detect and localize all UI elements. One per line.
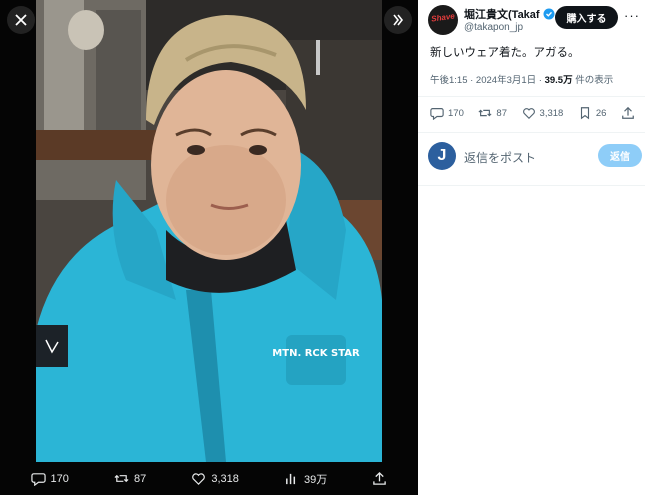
share-button[interactable]	[621, 106, 635, 120]
divider	[418, 132, 645, 133]
media-action-bar: 170 87 3,318 39万	[0, 462, 418, 495]
reply-button[interactable]: 170	[430, 106, 464, 120]
reply-submit-button[interactable]: 返信	[598, 144, 642, 167]
author-name-row: 堀江貴文(Takaf	[464, 6, 555, 22]
share-icon	[622, 106, 634, 119]
share-icon	[373, 471, 387, 485]
reply-input[interactable]: 返信をポスト	[464, 149, 536, 166]
repost-count: 87	[496, 107, 507, 119]
like-count: 3,318	[539, 107, 564, 119]
media-like-count: 3,318	[211, 472, 239, 485]
media-reply-count: 170	[50, 472, 69, 485]
author-avatar[interactable]: Shave	[428, 5, 458, 35]
media-repost-button[interactable]: 87	[114, 471, 146, 486]
heart-icon	[522, 108, 535, 120]
media-views-button[interactable]: 39万	[284, 471, 327, 487]
media-repost-count: 87	[134, 472, 147, 485]
reply-icon	[430, 108, 444, 120]
author-handle[interactable]: @takapon_jp	[464, 22, 523, 33]
media-share-button[interactable]	[372, 471, 387, 486]
repost-icon	[478, 109, 492, 117]
expand-button[interactable]	[384, 6, 412, 34]
expand-icon	[393, 14, 404, 26]
author-name[interactable]: 堀江貴文(Takaf	[464, 6, 540, 22]
reply-count: 170	[448, 107, 464, 119]
tweet-actions: 170 87 3,318 26	[430, 106, 635, 120]
verified-badge-icon	[543, 8, 555, 20]
media-reply-button[interactable]: 170	[30, 471, 69, 486]
close-button[interactable]	[7, 6, 35, 34]
repost-icon	[114, 474, 129, 483]
tweet-view-count: 39.5万	[544, 75, 573, 86]
jacket-logo: MTN. RCK STAR	[272, 348, 360, 359]
selfie-illustration: MTN. RCK STAR	[36, 0, 382, 462]
bookmark-count: 26	[595, 107, 607, 119]
bookmark-icon	[580, 107, 589, 120]
tweet-view-suffix: 件の表示	[572, 75, 614, 86]
divider	[418, 96, 645, 97]
tweet-timestamp[interactable]: 午後1:15 · 2024年3月1日 ·	[430, 75, 545, 86]
media-like-button[interactable]: 3,318	[191, 471, 239, 486]
reply-icon	[30, 473, 46, 486]
tweet-text: 新しいウェア着た。アガる。	[430, 47, 580, 59]
repost-button[interactable]: 87	[478, 106, 507, 120]
buy-button[interactable]: 購入する	[555, 6, 618, 29]
divider	[418, 185, 645, 186]
views-chart-icon	[286, 473, 296, 485]
like-button[interactable]: 3,318	[522, 106, 564, 120]
avatar-logo-text: Shave	[430, 11, 456, 24]
reply-composer: J 返信をポスト 返信	[428, 142, 642, 174]
tweet-panel: Shave 堀江貴文(Takaf @takapon_jp 購入する ··· 新し…	[418, 0, 645, 495]
heart-icon	[192, 473, 206, 485]
more-options-button[interactable]: ···	[624, 8, 640, 23]
current-user-avatar: J	[428, 142, 456, 170]
media-viewer: MTN. RCK STAR 170 87 3,318 39万	[0, 0, 418, 495]
close-icon	[15, 14, 27, 26]
bookmark-button[interactable]: 26	[578, 106, 607, 120]
tweet-meta: 午後1:15 · 2024年3月1日 · 39.5万 件の表示	[430, 72, 613, 86]
media-views-count: 39万	[304, 473, 328, 486]
tweet-photo[interactable]: MTN. RCK STAR	[36, 0, 382, 462]
